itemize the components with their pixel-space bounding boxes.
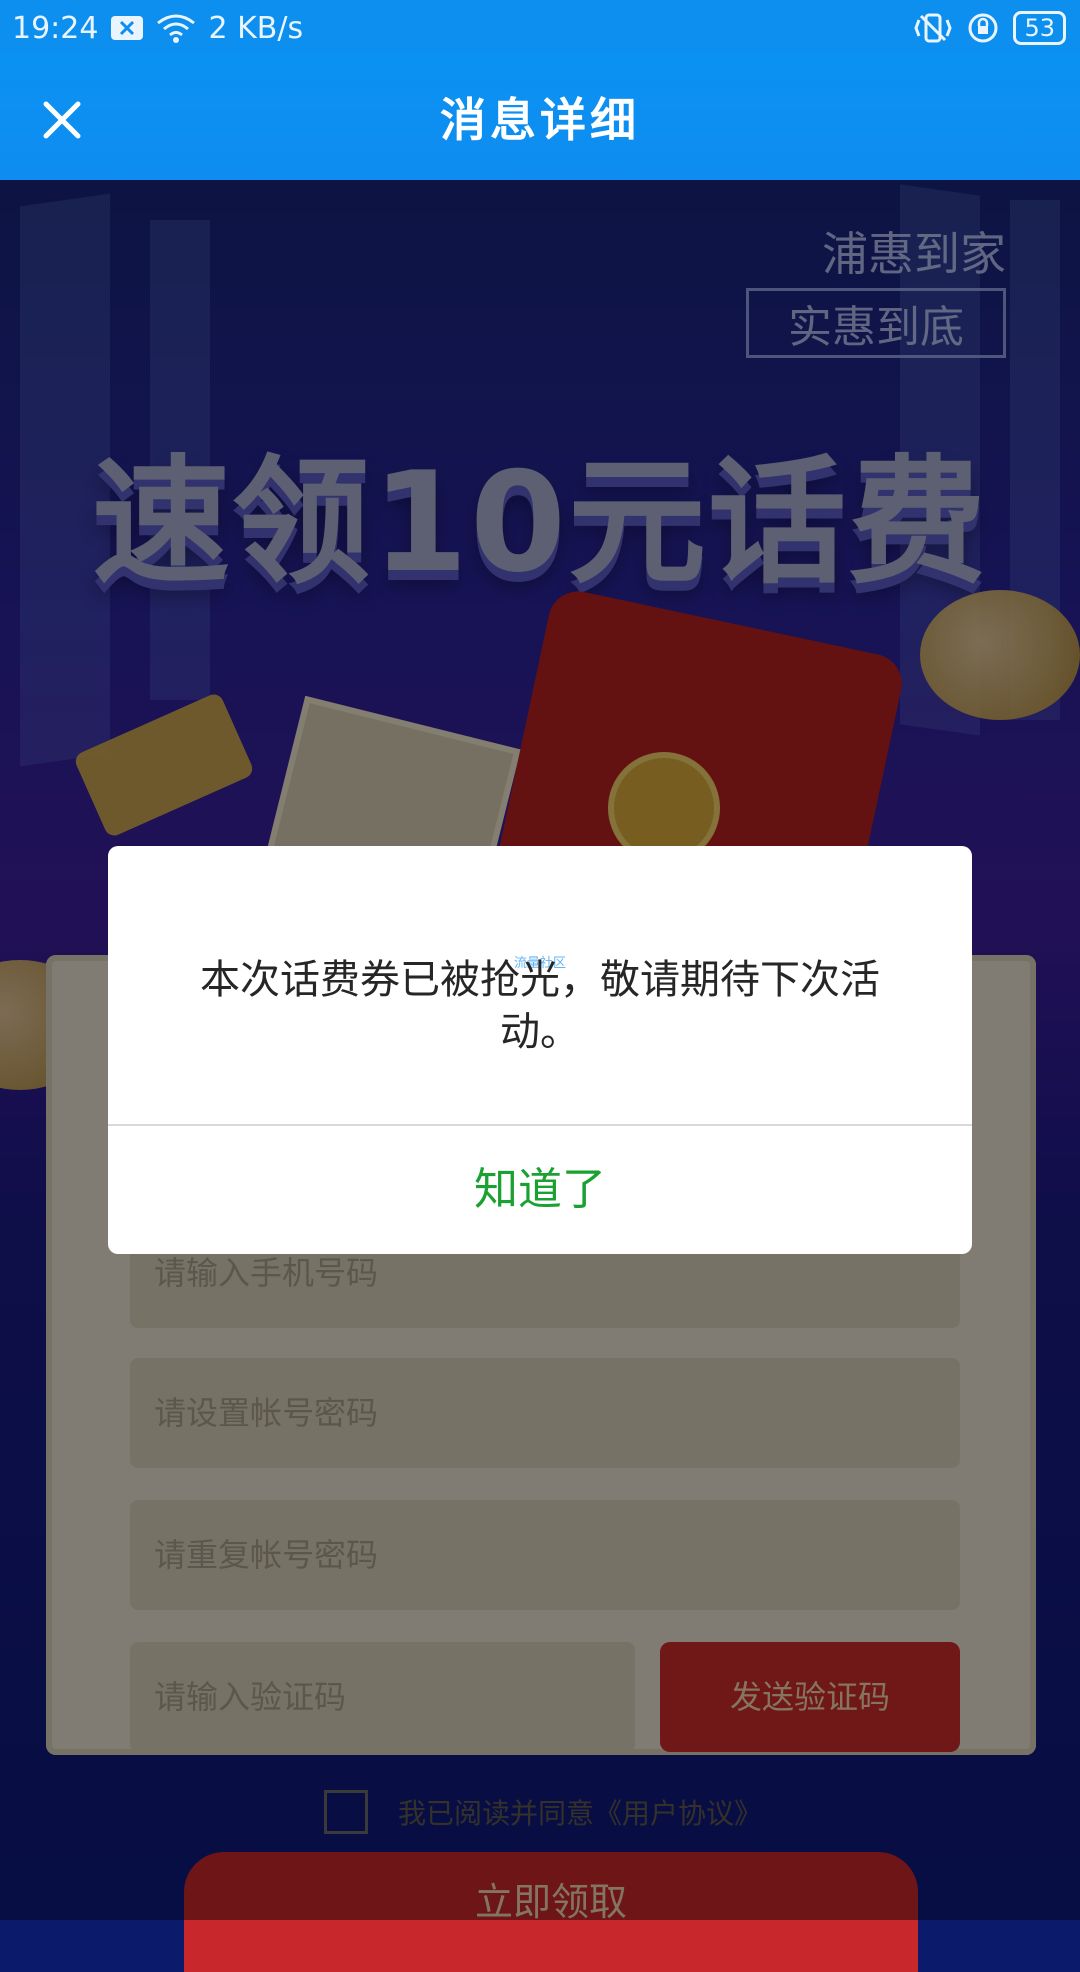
status-right: 53 <box>913 6 1066 50</box>
dialog-message: 本次话费券已被抢光，敬请期待下次活动。 <box>200 957 880 1055</box>
app-header: 消息详细 <box>0 54 1080 180</box>
rotation-lock-icon <box>967 12 999 44</box>
network-speed: 2 KB/s <box>208 10 304 46</box>
battery-icon: 53 <box>1013 11 1066 45</box>
vibrate-icon <box>913 12 953 44</box>
status-left: 19:24 2 KB/s <box>12 6 303 50</box>
status-time: 19:24 <box>12 10 99 46</box>
ok-button[interactable]: 知道了 <box>108 1126 972 1254</box>
page-title: 消息详细 <box>440 93 640 147</box>
notification-x-icon <box>110 15 144 41</box>
status-bar: 19:24 2 KB/s 53 <box>0 0 1080 54</box>
wifi-icon <box>156 13 196 43</box>
alert-dialog: 流量社区 本次话费券已被抢光，敬请期待下次活动。 知道了 <box>108 846 972 1254</box>
